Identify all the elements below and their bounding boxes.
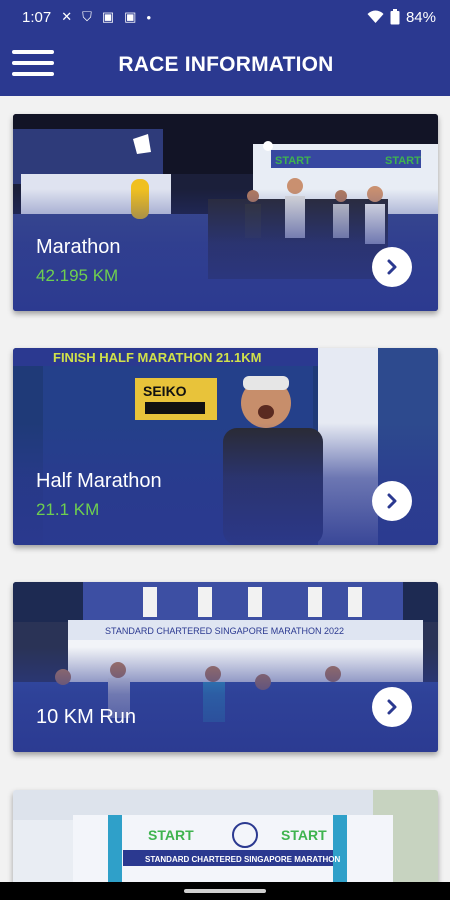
open-race-button[interactable] xyxy=(372,687,412,727)
battery-icon xyxy=(390,9,400,25)
race-card-half-marathon[interactable]: FINISH HALF MARATHON 21.1KM SEIKO Half M… xyxy=(13,348,438,545)
system-nav-bar xyxy=(0,882,450,900)
race-card-partial[interactable]: START START STANDARD CHARTERED SINGAPORE… xyxy=(13,790,438,882)
svg-text:STANDARD CHARTERED SINGAPORE M: STANDARD CHARTERED SINGAPORE MARATHON xyxy=(145,855,340,864)
chevron-right-icon xyxy=(387,493,397,509)
race-name: Marathon xyxy=(36,236,121,258)
svg-text:START: START xyxy=(385,155,421,167)
race-name: Half Marathon xyxy=(36,470,162,492)
status-bar: 1:07 ✕ ⛉ ▣ ▣ • 84% xyxy=(0,0,450,34)
svg-text:START: START xyxy=(148,827,194,843)
chevron-right-icon xyxy=(387,699,397,715)
battery-percent: 84% xyxy=(405,8,436,26)
teams-icon: ▣ xyxy=(124,9,137,24)
wifi-icon xyxy=(367,10,384,23)
notification-dot-icon: • xyxy=(146,9,152,25)
page-title: RACE INFORMATION xyxy=(118,53,334,76)
svg-text:SEIKO: SEIKO xyxy=(143,383,187,399)
race-card-marathon[interactable]: START START Marathon 42.195 KM xyxy=(13,114,438,311)
race-distance: 21.1 KM xyxy=(36,500,100,519)
open-race-button[interactable] xyxy=(372,247,412,287)
chevron-right-icon xyxy=(387,259,397,275)
open-race-button[interactable] xyxy=(372,481,412,521)
start-line-photo: START START STANDARD CHARTERED SINGAPORE… xyxy=(13,790,438,882)
race-list[interactable]: START START Marathon 42.195 KM FINISH HA… xyxy=(0,96,450,882)
menu-button[interactable] xyxy=(12,50,54,80)
home-gesture-handle[interactable] xyxy=(184,889,266,893)
app-bar: RACE INFORMATION xyxy=(0,34,450,96)
svg-text:STANDARD CHARTERED SINGAPORE M: STANDARD CHARTERED SINGAPORE MARATHON 20… xyxy=(105,626,344,636)
svg-text:FINISH HALF MARATHON 21.1KM: FINISH HALF MARATHON 21.1KM xyxy=(53,350,261,365)
hamburger-icon xyxy=(12,50,54,54)
teams-icon: ▣ xyxy=(101,9,115,24)
tools-icon: ✕ xyxy=(61,9,73,24)
race-distance: 42.195 KM xyxy=(36,266,119,285)
status-time: 1:07 xyxy=(22,8,52,26)
race-card-10km[interactable]: STANDARD CHARTERED SINGAPORE MARATHON 20… xyxy=(13,582,438,752)
race-name: 10 KM Run xyxy=(36,706,137,728)
shield-icon: ⛉ xyxy=(82,9,92,24)
svg-text:START: START xyxy=(281,827,327,843)
svg-text:START: START xyxy=(275,155,311,167)
